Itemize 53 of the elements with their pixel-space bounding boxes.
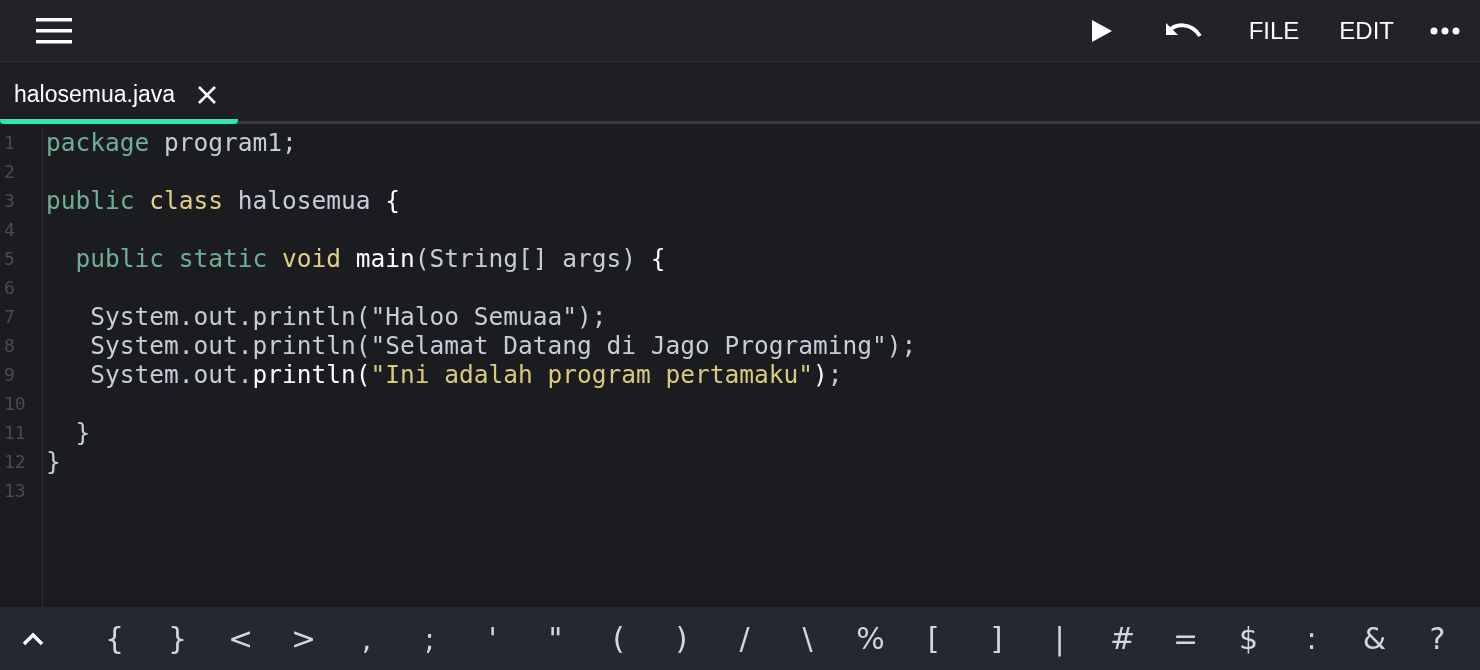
file-tab[interactable]: halosemua.java (0, 62, 238, 124)
caret-up-icon (21, 630, 45, 647)
close-tab-button[interactable] (197, 84, 218, 105)
code-token: { (385, 186, 401, 215)
code-token: halosemua (236, 186, 372, 215)
code-token: ) (813, 360, 828, 389)
symbol-key[interactable]: = (1154, 621, 1217, 656)
code-token: void (281, 244, 342, 273)
play-icon (1090, 18, 1113, 43)
code-token: System.out. (89, 360, 253, 389)
symbol-key[interactable]: : (1280, 621, 1343, 656)
code-token: } (74, 418, 91, 447)
code-token: public static (74, 244, 268, 273)
symbol-key[interactable]: / (713, 621, 776, 656)
code-token: public (46, 186, 135, 215)
more-icon (1430, 26, 1460, 35)
menu-action[interactable]: FILE (1248, 10, 1300, 51)
expand-keys-button[interactable] (20, 630, 46, 647)
code-token: program1; (163, 128, 297, 157)
symbol-key[interactable]: ; (398, 621, 461, 656)
code-token: { (650, 244, 666, 273)
menu-icon (36, 17, 72, 44)
symbol-key[interactable]: ) (650, 621, 713, 656)
close-icon (197, 84, 218, 105)
code-token: System.out.println("Selamat Datang di Jago Programing"); (89, 331, 917, 360)
menu-action[interactable]: EDIT (1339, 10, 1394, 51)
symbol-key[interactable]: > (272, 621, 335, 656)
code-token: "Ini adalah program pertamaku" (370, 360, 814, 389)
symbol-key[interactable]: [ (902, 621, 965, 656)
code-token: main (354, 244, 415, 273)
symbol-key[interactable]: ' (461, 621, 524, 656)
code-token: (String[] args) (414, 244, 638, 273)
symbol-key[interactable]: | (1028, 621, 1091, 656)
tab-label[interactable]: halosemua.java (14, 81, 176, 108)
symbol-key[interactable]: # (1091, 621, 1154, 656)
code-token: ; (827, 360, 843, 389)
symbol-key[interactable]: } (146, 621, 209, 656)
symbol-key[interactable]: ( (587, 621, 650, 656)
code-token: } (46, 447, 61, 476)
symbol-key[interactable]: $ (1217, 621, 1280, 656)
symbol-key[interactable]: ] (965, 621, 1028, 656)
code-token: class (148, 186, 224, 215)
symbol-key[interactable]: , (335, 621, 398, 656)
symbol-key[interactable]: " (524, 621, 587, 656)
symbol-key[interactable]: < (209, 621, 272, 656)
symbol-key[interactable]: \ (776, 621, 839, 656)
code-token: println( (252, 360, 371, 389)
code-token: package (46, 128, 150, 157)
code-token: System.out.println("Haloo Semuaa"); (89, 302, 607, 331)
symbol-key[interactable]: & (1343, 621, 1406, 656)
symbol-key[interactable]: % (839, 621, 902, 656)
symbol-key[interactable]: { (83, 621, 146, 656)
symbol-key[interactable]: ? (1406, 621, 1469, 656)
